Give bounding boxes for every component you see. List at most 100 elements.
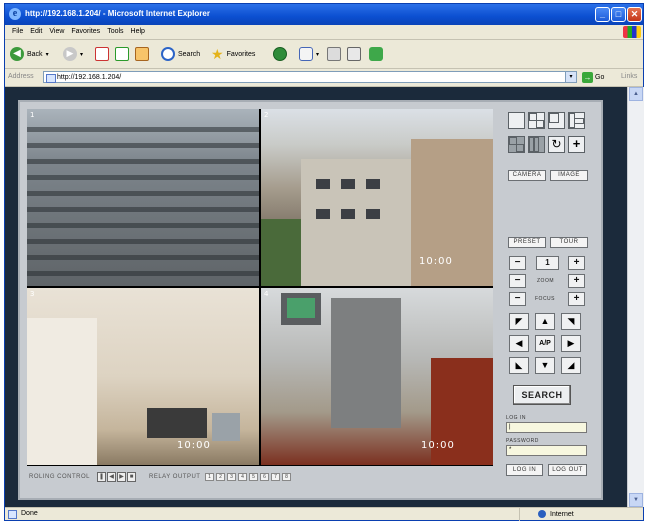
scroll-down-icon[interactable]: ▼ [629, 493, 643, 507]
ie-logo-icon: e [9, 8, 21, 20]
osd-time: 10:00 [421, 440, 455, 451]
page-content: 1 2 10:00 3 10:00 4 10:00 ROLING CONTROL… [5, 87, 627, 507]
logout-button[interactable]: LOG OUT [548, 464, 587, 476]
ptz-up-left-button[interactable]: ◤ [509, 313, 529, 330]
refresh-button[interactable] [115, 46, 129, 62]
address-value: http://192.168.1.204/ [57, 74, 122, 81]
status-bar: Done Internet [5, 507, 643, 521]
ptz-up-right-button[interactable]: ◥ [561, 313, 581, 330]
rolling-next-button[interactable]: ▶ [117, 472, 126, 482]
ptz-right-button[interactable]: ▶ [561, 335, 581, 352]
camera-view-4[interactable]: 4 10:00 [261, 288, 493, 465]
image-button[interactable]: IMAGE [550, 170, 588, 181]
channel-number: 2 [264, 111, 269, 119]
layout-nine-button[interactable] [568, 112, 585, 129]
favorites-star-icon: ★ [211, 45, 224, 62]
preset-decrease-button[interactable]: − [509, 256, 526, 270]
rolling-prev-button[interactable]: ◀ [107, 472, 116, 482]
add-icon[interactable]: + [568, 136, 585, 153]
relay-button-6[interactable]: 6 [260, 473, 269, 481]
close-button[interactable]: ✕ [627, 7, 642, 22]
minimize-button[interactable]: _ [595, 7, 610, 22]
links-label[interactable]: Links [621, 73, 637, 80]
zoom-in-button[interactable]: + [568, 274, 585, 288]
tour-button[interactable]: TOUR [550, 237, 588, 248]
login-id-field[interactable]: | [506, 422, 587, 433]
menu-file[interactable]: File [12, 25, 23, 39]
go-button[interactable]: → Go [582, 72, 604, 83]
layout-sixteen-button[interactable] [528, 136, 545, 153]
focus-label: FOCUS [535, 296, 555, 302]
video-grid: 1 2 10:00 3 10:00 4 10:00 [27, 109, 493, 466]
menu-edit[interactable]: Edit [30, 25, 42, 39]
dropdown-icon[interactable]: ▾ [80, 51, 83, 58]
camera-button[interactable]: CAMERA [508, 170, 546, 181]
status-text: Done [21, 510, 38, 517]
menu-tools[interactable]: Tools [107, 25, 123, 39]
vertical-scrollbar[interactable]: ▲ ▼ [627, 87, 644, 507]
login-button[interactable]: LOG IN [506, 464, 543, 476]
relay-button-7[interactable]: 7 [271, 473, 280, 481]
osd-time: 10:00 [177, 440, 211, 451]
ptz-up-button[interactable]: ▲ [535, 313, 555, 330]
camera-view-2[interactable]: 2 10:00 [261, 109, 493, 286]
camera-view-3[interactable]: 3 10:00 [27, 288, 259, 465]
ptz-down-button[interactable]: ▼ [535, 357, 555, 374]
relay-button-2[interactable]: 2 [216, 473, 225, 481]
relay-button-3[interactable]: 3 [227, 473, 236, 481]
ptz-auto-pan-button[interactable]: A/P [535, 335, 555, 352]
channel-number: 3 [30, 290, 35, 298]
relay-button-1[interactable]: 1 [205, 473, 214, 481]
dropdown-icon[interactable]: ▾ [316, 51, 319, 58]
preset-button[interactable]: PRESET [508, 237, 546, 248]
back-button[interactable]: ◀ Back ▾ [10, 46, 49, 62]
preset-increase-button[interactable]: + [568, 256, 585, 270]
scroll-up-icon[interactable]: ▲ [629, 87, 643, 101]
home-button[interactable] [135, 46, 149, 62]
history-button[interactable] [273, 46, 287, 62]
relay-button-8[interactable]: 8 [282, 473, 291, 481]
menu-view[interactable]: View [49, 25, 64, 39]
forward-button[interactable]: ▶ ▾ [63, 46, 83, 62]
favorites-button[interactable]: ★ Favorites [211, 46, 255, 62]
refresh-icon [115, 47, 129, 61]
relay-button-4[interactable]: 4 [238, 473, 247, 481]
mail-icon [299, 47, 313, 61]
edit-button[interactable] [347, 46, 361, 62]
layout-quad-button[interactable] [528, 112, 545, 129]
stop-button[interactable] [95, 46, 109, 62]
zoom-out-button[interactable]: − [509, 274, 526, 288]
zoom-label: ZOOM [537, 278, 554, 284]
address-input[interactable]: http://192.168.1.204/ ▾ [43, 71, 577, 83]
history-icon [273, 47, 287, 61]
browser-window: e http://192.168.1.204/ - Microsoft Inte… [4, 3, 644, 521]
layout-ten-button[interactable] [508, 136, 525, 153]
preset-number-field[interactable]: 1 [536, 256, 559, 270]
dropdown-icon[interactable]: ▾ [46, 51, 49, 58]
focus-near-button[interactable]: − [509, 292, 526, 306]
print-button[interactable] [327, 46, 341, 62]
search-button[interactable]: SEARCH [513, 385, 571, 405]
focus-far-button[interactable]: + [568, 292, 585, 306]
ptz-left-button[interactable]: ◀ [509, 335, 529, 352]
title-bar: e http://192.168.1.204/ - Microsoft Inte… [5, 4, 643, 25]
address-dropdown-icon[interactable]: ▾ [565, 72, 576, 82]
ptz-down-right-button[interactable]: ◢ [561, 357, 581, 374]
rolling-pause-button[interactable]: ❚ [97, 472, 106, 482]
menu-help[interactable]: Help [131, 25, 145, 39]
messenger-button[interactable] [369, 46, 383, 62]
mail-button[interactable]: ▾ [299, 46, 319, 62]
menu-favorites[interactable]: Favorites [71, 25, 100, 39]
layout-six-button[interactable] [548, 112, 565, 129]
ptz-down-left-button[interactable]: ◣ [509, 357, 529, 374]
layout-single-button[interactable] [508, 112, 525, 129]
relay-button-5[interactable]: 5 [249, 473, 258, 481]
print-icon [327, 47, 341, 61]
camera-view-1[interactable]: 1 [27, 109, 259, 286]
rolling-stop-button[interactable]: ■ [127, 472, 136, 482]
maximize-button[interactable]: □ [611, 7, 626, 22]
sequence-rotate-icon[interactable]: ↻ [548, 136, 565, 153]
password-field[interactable]: * [506, 445, 587, 456]
search-button[interactable]: Search [161, 46, 200, 62]
edit-icon [347, 47, 361, 61]
